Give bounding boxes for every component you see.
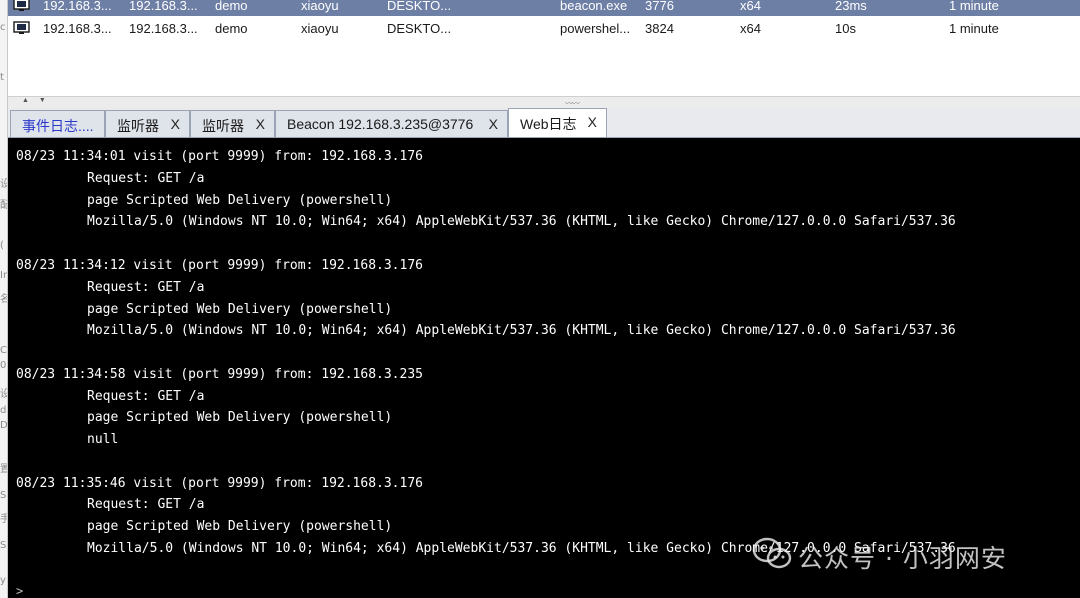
edge-glyph: 置 bbox=[0, 460, 7, 475]
edge-glyph: 设 bbox=[0, 175, 7, 190]
tab-label: 监听器 bbox=[202, 118, 244, 134]
tab-label: Web日志 bbox=[520, 116, 577, 132]
internal-ip-cell: 192.168.3... bbox=[129, 21, 198, 36]
monitor-icon bbox=[13, 21, 30, 34]
edge-glyph: ( bbox=[0, 240, 4, 251]
log-line: Request: GET /a bbox=[87, 171, 205, 186]
log-line: Request: GET /a bbox=[87, 280, 205, 295]
edge-glyph: 配 bbox=[0, 196, 7, 211]
edge-glyph: c bbox=[0, 22, 6, 33]
pid-cell: 3776 bbox=[645, 0, 674, 13]
log-entry-header: 08/23 11:34:58 visit (port 9999) from: 1… bbox=[16, 367, 423, 382]
session-row[interactable]: 192.168.3... 192.168.3... demo xiaoyu DE… bbox=[8, 17, 1080, 39]
adjacent-window-edge: ct设配(In名C0设dD置S手Sy bbox=[0, 0, 8, 598]
sleep-cell: 1 minute bbox=[949, 21, 999, 36]
edge-glyph: D bbox=[0, 420, 8, 431]
pid-cell: 3824 bbox=[645, 21, 674, 36]
wechat-icon bbox=[752, 537, 792, 569]
arch-cell: x64 bbox=[740, 21, 761, 36]
log-line: Request: GET /a bbox=[87, 389, 205, 404]
edge-glyph: In bbox=[0, 270, 7, 281]
log-line: page Scripted Web Delivery (powershell) bbox=[87, 410, 393, 425]
tab-label: Beacon 192.168.3.235@3776 bbox=[287, 116, 474, 132]
edge-glyph: 设 bbox=[0, 385, 7, 400]
listener-cell: demo bbox=[215, 21, 248, 36]
log-line: Mozilla/5.0 (Windows NT 10.0; Win64; x64… bbox=[87, 214, 956, 229]
close-icon[interactable]: X bbox=[588, 114, 597, 130]
close-icon[interactable]: X bbox=[256, 116, 265, 132]
tab-listeners-1[interactable]: 监听器 X bbox=[105, 110, 190, 137]
tab-listeners-2[interactable]: 监听器 X bbox=[190, 110, 275, 137]
user-cell: xiaoyu bbox=[301, 21, 339, 36]
process-cell: beacon.exe bbox=[560, 0, 628, 13]
log-line: page Scripted Web Delivery (powershell) bbox=[87, 519, 393, 534]
listener-cell: demo bbox=[215, 0, 248, 13]
pane-splitter[interactable]: ▲ ▼ 〰〰 bbox=[8, 96, 1080, 108]
log-line: Request: GET /a bbox=[87, 497, 205, 512]
edge-glyph: C bbox=[0, 345, 7, 356]
beacon-session-table: 192.168.3... 192.168.3... demo xiaoyu DE… bbox=[8, 0, 1080, 96]
log-line: page Scripted Web Delivery (powershell) bbox=[87, 193, 393, 208]
last-cell: 23ms bbox=[835, 0, 867, 13]
monitor-icon bbox=[13, 0, 30, 11]
log-line: page Scripted Web Delivery (powershell) bbox=[87, 302, 393, 317]
tab-label: 事件日志.... bbox=[22, 118, 94, 134]
last-cell: 10s bbox=[835, 21, 856, 36]
edge-glyph: d bbox=[0, 405, 7, 416]
internal-ip-cell: 192.168.3... bbox=[129, 0, 198, 13]
splitter-arrows-icon[interactable]: ▲ ▼ bbox=[22, 97, 50, 104]
external-ip-cell: 192.168.3... bbox=[43, 21, 112, 36]
tab-web-log[interactable]: Web日志 X bbox=[508, 108, 607, 137]
log-entry-header: 08/23 11:35:46 visit (port 9999) from: 1… bbox=[16, 476, 423, 491]
computer-cell: DESKTO... bbox=[387, 21, 452, 36]
console-prompt[interactable]: > bbox=[16, 584, 23, 598]
tab-event-log[interactable]: 事件日志.... bbox=[10, 110, 105, 137]
edge-glyph: 名 bbox=[0, 290, 7, 305]
edge-glyph: 手 bbox=[0, 510, 7, 525]
log-line: Mozilla/5.0 (Windows NT 10.0; Win64; x64… bbox=[87, 323, 956, 338]
watermark-text: 公众号 · 小羽网安 bbox=[798, 544, 1007, 573]
tab-beacon[interactable]: Beacon 192.168.3.235@3776 X bbox=[275, 110, 508, 137]
edge-glyph: S bbox=[0, 540, 7, 551]
computer-cell: DESKTO... bbox=[387, 0, 452, 13]
arch-cell: x64 bbox=[740, 0, 761, 13]
external-ip-cell: 192.168.3... bbox=[43, 0, 112, 13]
edge-glyph: y bbox=[0, 575, 6, 586]
close-icon[interactable]: X bbox=[171, 116, 180, 132]
edge-glyph: t bbox=[0, 72, 4, 83]
edge-glyph: 0 bbox=[0, 360, 7, 371]
web-log-console[interactable]: 08/23 11:34:01 visit (port 9999) from: 1… bbox=[8, 138, 1080, 598]
log-line: null bbox=[87, 432, 119, 447]
sleep-cell: 1 minute bbox=[949, 0, 999, 13]
tab-label: 监听器 bbox=[117, 118, 159, 134]
session-row[interactable]: 192.168.3... 192.168.3... demo xiaoyu DE… bbox=[8, 0, 1080, 16]
log-entry-header: 08/23 11:34:12 visit (port 9999) from: 1… bbox=[16, 258, 423, 273]
user-cell: xiaoyu bbox=[301, 0, 339, 13]
close-icon[interactable]: X bbox=[489, 116, 498, 132]
tab-bar: 事件日志.... 监听器 X 监听器 X Beacon 192.168.3.23… bbox=[8, 108, 1080, 138]
edge-glyph: S bbox=[0, 490, 7, 501]
process-cell: powershel... bbox=[560, 21, 631, 36]
log-entry-header: 08/23 11:34:01 visit (port 9999) from: 1… bbox=[16, 149, 423, 164]
